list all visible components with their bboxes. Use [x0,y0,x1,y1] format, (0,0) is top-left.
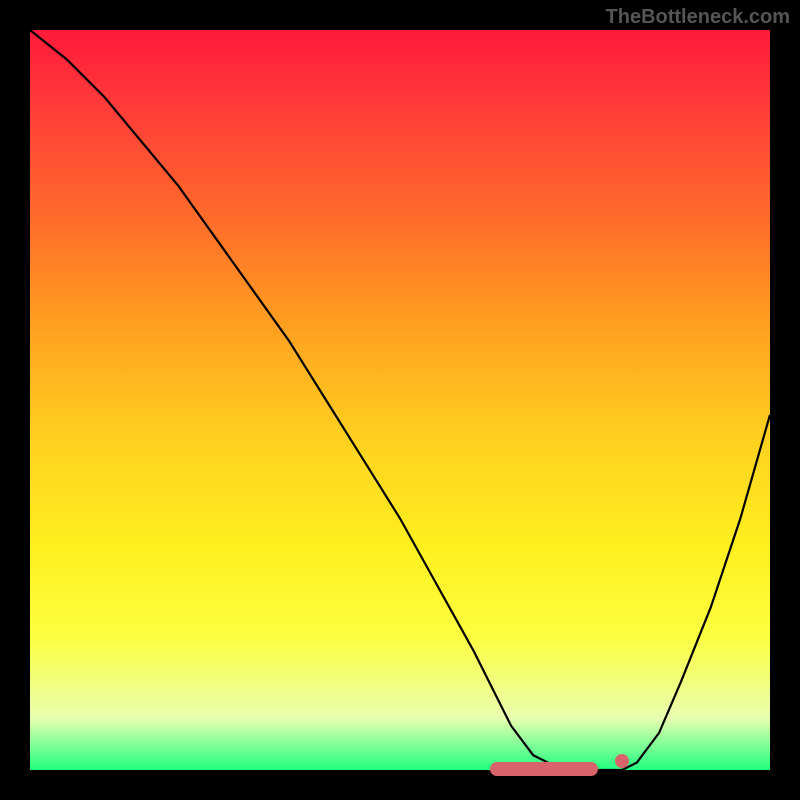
bottleneck-curve [30,30,770,770]
optimal-point-marker [615,754,629,768]
chart-plot-area [30,30,770,770]
watermark-text: TheBottleneck.com [606,6,790,29]
optimal-band-marker [490,762,598,776]
